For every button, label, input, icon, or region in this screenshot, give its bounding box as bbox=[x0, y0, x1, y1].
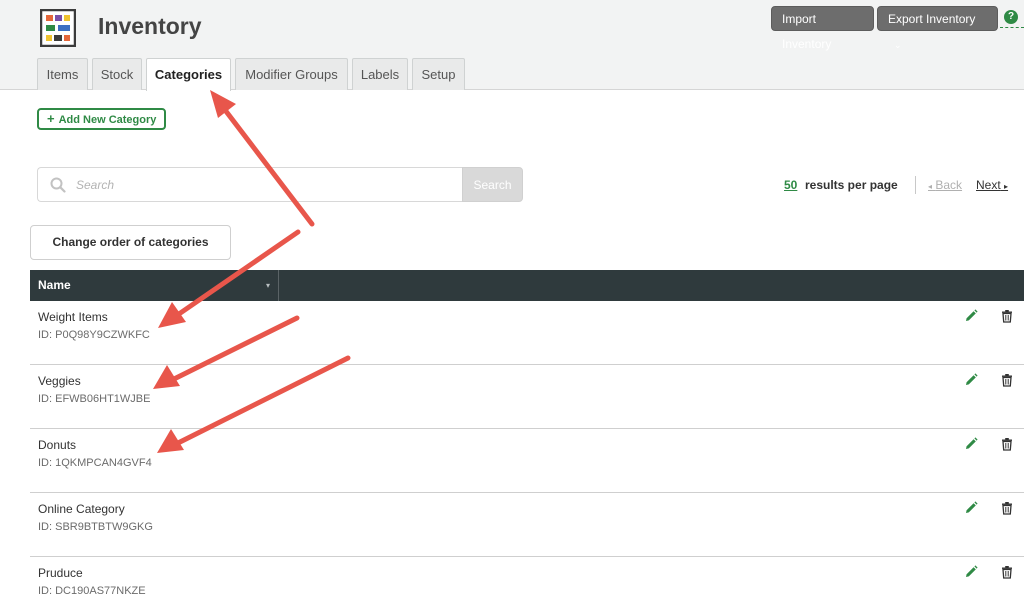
column-header-label: Name bbox=[38, 278, 71, 292]
table-row[interactable]: Veggies ID: EFWB06HT1WJBE bbox=[30, 365, 1024, 429]
page-title: Inventory bbox=[98, 13, 202, 39]
results-per-page-select[interactable]: 50 bbox=[784, 178, 797, 192]
table-row[interactable]: Weight Items ID: P0Q98Y9CZWKFC bbox=[30, 301, 1024, 365]
next-label: Next bbox=[976, 178, 1001, 192]
app-header: Inventory Import Inventory Export Invent… bbox=[0, 0, 1024, 91]
pencil-icon[interactable] bbox=[964, 565, 978, 579]
pager-divider bbox=[915, 176, 916, 194]
import-inventory-button[interactable]: Import Inventory bbox=[771, 6, 874, 51]
search-icon bbox=[50, 177, 66, 193]
column-header-name[interactable]: Name ▾ bbox=[30, 270, 279, 301]
tab-items[interactable]: Items bbox=[37, 58, 88, 90]
category-name: Pruduce bbox=[38, 566, 83, 580]
tab-label: Setup bbox=[421, 67, 456, 82]
chevron-down-icon: ⌄ bbox=[894, 40, 902, 50]
category-name: Veggies bbox=[38, 374, 81, 388]
tab-label: Modifier Groups bbox=[245, 67, 338, 82]
search-field[interactable] bbox=[37, 167, 463, 202]
trash-icon[interactable] bbox=[1000, 437, 1014, 451]
table-row[interactable]: Pruduce ID: DC190AS77NKZE bbox=[30, 557, 1024, 611]
pencil-icon[interactable] bbox=[964, 501, 978, 515]
category-id: ID: P0Q98Y9CZWKFC bbox=[38, 329, 150, 341]
help-icon[interactable]: ? bbox=[1004, 10, 1018, 24]
category-id: ID: SBR9BTBTW9GKG bbox=[38, 521, 153, 533]
tab-setup[interactable]: Setup bbox=[412, 58, 465, 90]
search-button[interactable]: Search bbox=[462, 167, 523, 202]
add-new-category-label: Add New Category bbox=[58, 114, 157, 126]
caret-left-icon: ◂ bbox=[928, 182, 933, 191]
category-name: Weight Items bbox=[38, 310, 108, 324]
pencil-icon[interactable] bbox=[964, 309, 978, 323]
caret-right-icon: ▸ bbox=[1004, 182, 1009, 191]
tab-stock[interactable]: Stock bbox=[92, 58, 142, 90]
category-id: ID: EFWB06HT1WJBE bbox=[38, 393, 151, 405]
change-order-button[interactable]: Change order of categories bbox=[30, 225, 231, 260]
trash-icon[interactable] bbox=[1000, 373, 1014, 387]
add-new-category-button[interactable]: + Add New Category bbox=[37, 108, 166, 130]
export-inventory-button[interactable]: Export Inventory ⌄ bbox=[877, 6, 998, 50]
pencil-icon[interactable] bbox=[964, 373, 978, 387]
pencil-icon[interactable] bbox=[964, 437, 978, 451]
table-row[interactable]: Online Category ID: SBR9BTBTW9GKG bbox=[30, 493, 1024, 557]
tab-label: Categories bbox=[154, 67, 223, 82]
category-name: Online Category bbox=[38, 502, 125, 516]
back-link[interactable]: ◂ Back bbox=[928, 178, 962, 192]
inventory-shelf-icon bbox=[40, 9, 76, 47]
import-inventory-label: Import Inventory bbox=[782, 12, 832, 51]
export-inventory-label: Export Inventory bbox=[888, 12, 976, 26]
results-per-page-label: results per page bbox=[805, 178, 898, 192]
tab-label: Items bbox=[46, 67, 79, 82]
tab-categories[interactable]: Categories bbox=[146, 58, 231, 91]
tab-label: Labels bbox=[360, 67, 400, 82]
category-id: ID: DC190AS77NKZE bbox=[38, 585, 146, 597]
back-label: Back bbox=[935, 178, 963, 192]
table-row[interactable]: Donuts ID: 1QKMPCAN4GVF4 bbox=[30, 429, 1024, 493]
next-link[interactable]: Next ▸ bbox=[976, 178, 1008, 192]
search-input[interactable] bbox=[76, 176, 456, 194]
annotation-arrow bbox=[210, 90, 315, 227]
plus-icon: + bbox=[47, 111, 55, 126]
tab-labels[interactable]: Labels bbox=[352, 58, 408, 90]
trash-icon[interactable] bbox=[1000, 565, 1014, 579]
tab-label: Stock bbox=[100, 67, 134, 82]
trash-icon[interactable] bbox=[1000, 501, 1014, 515]
table-header: Name ▾ bbox=[30, 270, 1024, 301]
sort-arrow-icon: ▾ bbox=[266, 281, 271, 290]
help-underline bbox=[1000, 27, 1024, 28]
trash-icon[interactable] bbox=[1000, 309, 1014, 323]
tab-modifier-groups[interactable]: Modifier Groups bbox=[235, 58, 348, 90]
category-name: Donuts bbox=[38, 438, 77, 452]
category-id: ID: 1QKMPCAN4GVF4 bbox=[38, 457, 152, 469]
